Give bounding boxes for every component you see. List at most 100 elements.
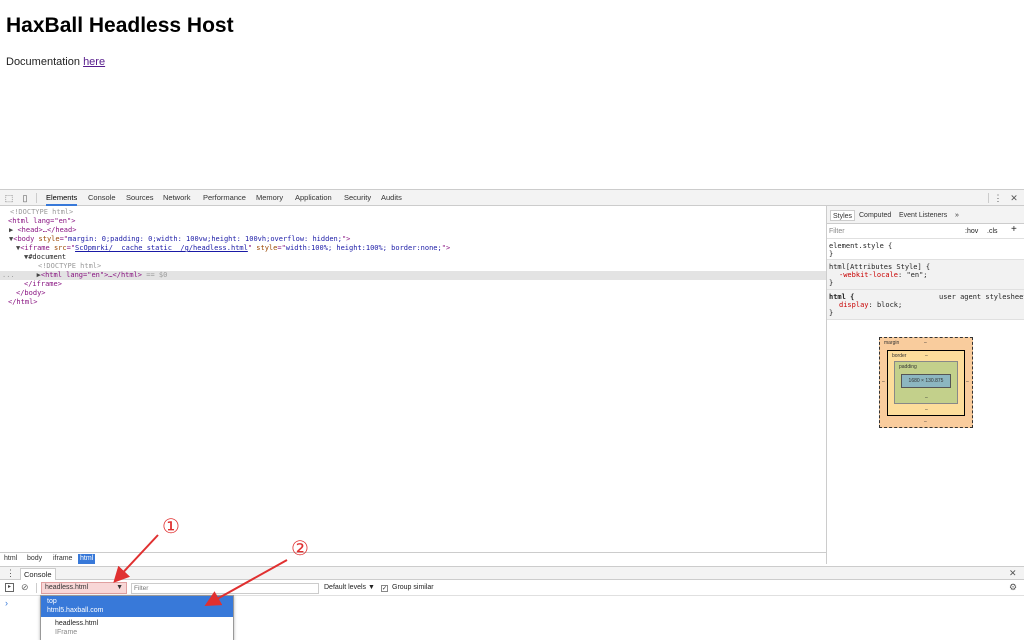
annotation-marker-2: ② (291, 536, 309, 560)
element-style-rule: element.style { } (827, 239, 1024, 260)
drawer-header: ⋮ Console ✕ (0, 566, 1024, 580)
dom-node-inner-doctype[interactable]: <!DOCTYPE html> (0, 262, 826, 271)
context-selector-value: headless.html (45, 584, 89, 591)
show-sidebar-icon[interactable]: ▸ (5, 583, 14, 592)
context-option-headless[interactable]: headless.html IFrame (41, 618, 233, 640)
tab-performance[interactable]: Performance (203, 190, 246, 206)
dom-node-html-close[interactable]: </html> (0, 298, 826, 307)
box-content: 1680 × 130.875 (901, 374, 951, 388)
box-border: border – – padding – 1680 × 130.875 (887, 350, 965, 416)
tabs-overflow-icon[interactable]: » (953, 210, 961, 221)
box-margin-top: – (924, 340, 927, 346)
tab-application[interactable]: Application (295, 190, 332, 206)
tab-computed[interactable]: Computed (857, 210, 893, 221)
ua-stylesheet-label: user agent stylesheet (939, 293, 1024, 301)
close-drawer-icon[interactable]: ✕ (1009, 568, 1017, 579)
box-padding-bottom: – (925, 395, 928, 401)
tab-event-listeners[interactable]: Event Listeners (897, 210, 949, 221)
documentation-link[interactable]: here (83, 56, 105, 68)
hov-toggle[interactable]: :hov (965, 228, 978, 236)
expand-arrow-icon[interactable]: ▶ (9, 226, 13, 234)
dom-node-inner-html-selected[interactable]: ... ▶<html lang="en">…</html> == $0 (0, 271, 826, 280)
rule-close: } (829, 309, 834, 317)
context-option-top-label: top (47, 598, 57, 605)
styles-filter-input[interactable]: Filter (829, 228, 845, 236)
crumb-body[interactable]: body (25, 554, 44, 564)
dom-node-html[interactable]: <html lang="en"> (0, 217, 826, 226)
breadcrumb: html body iframe html (0, 552, 826, 564)
crumb-iframe[interactable]: iframe (51, 554, 74, 564)
styles-filter-row: Filter :hov .cls + (827, 224, 1024, 239)
crumb-html[interactable]: html (2, 554, 19, 564)
context-option-headless-type: IFrame (55, 629, 78, 636)
box-content-size: 1680 × 130.875 (908, 378, 944, 384)
style-declaration: -webkit-locale: "en"; (839, 271, 928, 279)
box-border-top: – (925, 353, 928, 359)
tab-console[interactable]: Console (88, 190, 116, 206)
annotation-marker-1: ① (162, 514, 180, 538)
group-similar-label: Group similar (392, 584, 434, 591)
crumb-html-active[interactable]: html (78, 554, 96, 564)
inspect-element-icon[interactable]: ⬚ (4, 193, 14, 203)
dom-node-iframe[interactable]: ▼<iframe src="ScOpmrki/__cache_static__/… (0, 244, 826, 253)
tab-styles[interactable]: Styles (830, 210, 856, 221)
devtools-panel: ⬚ ▯ Elements Console Sources Network Per… (0, 189, 1024, 640)
elements-tree: <!DOCTYPE html> <html lang="en"> ▶ <head… (0, 206, 826, 552)
dom-node-document[interactable]: ▼#document (0, 253, 826, 262)
drawer-tab-console[interactable]: Console (20, 568, 56, 580)
more-options-icon[interactable]: ⋮ (993, 193, 1003, 203)
dom-node-iframe-close[interactable]: </iframe> (0, 280, 826, 289)
html-selector: html { (829, 293, 855, 301)
toolbar-divider (36, 193, 37, 203)
tab-sources[interactable]: Sources (126, 190, 154, 206)
tab-security[interactable]: Security (344, 190, 371, 206)
log-levels-dropdown[interactable]: Default levels ▼ (324, 584, 375, 591)
box-border-label: border (892, 353, 907, 359)
documentation-line: Documentation here (6, 56, 105, 68)
sidebar-tabs: Styles Computed Event Listeners » (827, 206, 1024, 224)
context-option-headless-label: headless.html (55, 620, 99, 627)
tab-network[interactable]: Network (163, 190, 191, 206)
console-filter-input[interactable] (131, 583, 319, 594)
device-toolbar-icon[interactable]: ▯ (20, 193, 30, 203)
box-margin-right: – (966, 379, 969, 385)
console-toolbar: ▸ ⊘ headless.html ▼ Default levels ▼ ✓ G… (0, 581, 1024, 596)
tab-elements[interactable]: Elements (46, 190, 78, 206)
dom-node-body-close[interactable]: </body> (0, 289, 826, 298)
box-padding-label: padding (899, 364, 917, 370)
toolbar-divider (988, 193, 989, 203)
styles-sidebar: Styles Computed Event Listeners » Filter… (826, 206, 1024, 564)
box-border-bottom: – (925, 407, 928, 413)
close-devtools-icon[interactable]: ✕ (1009, 193, 1019, 203)
tab-audits[interactable]: Audits (381, 190, 402, 206)
documentation-label: Documentation (6, 56, 80, 68)
box-margin-bottom: – (924, 419, 927, 425)
box-model: margin – – – – border – – padding – 1680… (879, 337, 973, 428)
dom-node-head[interactable]: ▶ <head>…</head> (0, 226, 826, 235)
group-similar-checkbox[interactable]: ✓ (381, 585, 388, 592)
context-option-top[interactable]: top html5.haxball.com (41, 596, 233, 617)
drawer-menu-icon[interactable]: ⋮ (6, 568, 15, 579)
context-selector[interactable]: headless.html ▼ (41, 582, 127, 594)
dom-node-body[interactable]: ▼<body style="margin: 0;padding: 0;width… (0, 235, 826, 244)
console-settings-icon[interactable]: ⚙ (1009, 582, 1017, 593)
new-rule-icon[interactable]: + (1011, 225, 1017, 235)
style-declaration: display: block; (839, 301, 903, 309)
box-margin-left: – (882, 379, 885, 385)
ua-html-rule: html { user agent stylesheet display: bl… (827, 290, 1024, 320)
context-option-top-origin: html5.haxball.com (47, 607, 104, 614)
rule-close: } (829, 250, 834, 258)
clear-console-icon[interactable]: ⊘ (21, 582, 29, 593)
box-padding: padding – 1680 × 130.875 (894, 361, 958, 404)
console-prompt-icon[interactable]: › (5, 598, 8, 608)
page-title: HaxBall Headless Host (6, 14, 234, 37)
dom-node-doctype[interactable]: <!DOCTYPE html> (0, 208, 826, 217)
attributes-style-rule: html[Attributes Style] { -webkit-locale:… (827, 260, 1024, 290)
ellipsis-gutter[interactable]: ... (2, 271, 15, 279)
cls-toggle[interactable]: .cls (987, 228, 998, 236)
chevron-down-icon: ▼ (116, 584, 123, 591)
tab-memory[interactable]: Memory (256, 190, 283, 206)
context-dropdown: top html5.haxball.com headless.html IFra… (40, 595, 234, 640)
toolbar-divider (36, 583, 37, 593)
rule-close: } (829, 279, 834, 287)
